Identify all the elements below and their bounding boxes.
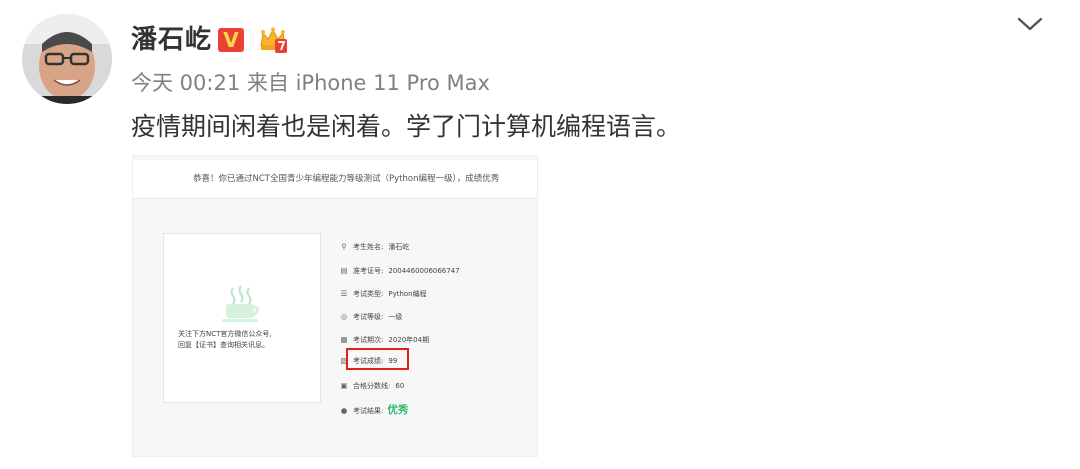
qr-instructions: 关注下方NCT官方微信公众号, 回复【证书】查询相关讯息。 <box>178 329 272 351</box>
qr-text-line2: 回复【证书】查询相关讯息。 <box>178 341 269 349</box>
id-card-icon: ▤ <box>340 266 348 275</box>
field-row: ☰ 考试类型: Python编程 <box>340 289 427 298</box>
score-highlight-box <box>346 348 409 370</box>
result-icon: ● <box>340 406 348 415</box>
level-icon: ◎ <box>340 312 348 321</box>
pass-line-icon: ▣ <box>340 381 348 390</box>
field-row: ▣ 合格分数线: 60 <box>340 381 405 390</box>
field-row: ▤ 准考证号: 2004460006066747 <box>340 266 460 275</box>
qr-text-line1: 关注下方NCT官方微信公众号, <box>178 330 272 338</box>
field-row: ▦ 考试期次: 2020年04期 <box>340 335 430 344</box>
cup-icon <box>222 285 259 322</box>
field-row: ◎ 考试等级: 一级 <box>340 312 403 321</box>
field-row: ● 考试结果: 优秀 <box>340 404 409 416</box>
verified-v-badge-icon: V <box>218 28 244 52</box>
qr-card: 关注下方NCT官方微信公众号, 回复【证书】查询相关讯息。 <box>163 233 321 403</box>
post-image[interactable]: 恭喜！你已通过NCT全国青少年编程能力等级测试（Python编程一级），成绩优秀… <box>132 155 538 457</box>
post-text: 疫情期间闲着也是闲着。学了门计算机编程语言。 <box>131 112 682 141</box>
banner-text: 恭喜！你已通过NCT全国青少年编程能力等级测试（Python编程一级），成绩优秀 <box>193 174 500 184</box>
excellent-result: 优秀 <box>387 404 409 416</box>
post-timestamp[interactable]: 今天 00:21 <box>131 71 240 95</box>
person-icon: ⚲ <box>341 242 347 251</box>
field-row: ⚲ 考生姓名: 潘石屹 <box>339 242 409 256</box>
avatar[interactable] <box>22 14 112 104</box>
username[interactable]: 潘石屹 <box>131 22 212 58</box>
post-meta: 今天 00:21 来自 iPhone 11 Pro Max <box>131 68 490 98</box>
crown-member-icon[interactable] <box>258 26 288 54</box>
list-icon: ☰ <box>340 289 348 298</box>
post-source: 来自 iPhone 11 Pro Max <box>246 71 490 95</box>
chevron-down-icon[interactable] <box>1015 12 1045 36</box>
result-banner: 恭喜！你已通过NCT全国青少年编程能力等级测试（Python编程一级），成绩优秀 <box>133 160 537 199</box>
calendar-icon: ▦ <box>340 335 348 344</box>
